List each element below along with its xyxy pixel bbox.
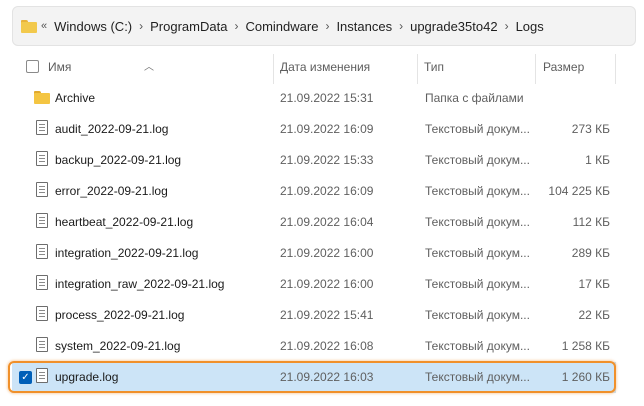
breadcrumb-comindware[interactable]: Comindware (245, 19, 318, 34)
file-size: 104 225 КБ (548, 184, 610, 198)
file-type: Текстовый докум... (425, 122, 530, 136)
text-file-icon (36, 182, 48, 197)
column-divider[interactable] (535, 54, 536, 84)
file-row[interactable]: audit_2022-09-21.log 21.09.2022 16:09 Текс… (12, 114, 616, 145)
address-bar[interactable]: « Windows (C:) › ProgramData › Comindwar… (12, 6, 636, 46)
file-type: Текстовый докум... (425, 308, 530, 322)
file-name: integration_2022-09-21.log (55, 246, 199, 260)
file-row[interactable]: heartbeat_2022-09-21.log 21.09.2022 16:04… (12, 207, 616, 238)
chevron-right-icon[interactable]: › (234, 19, 238, 33)
text-file-icon (36, 306, 48, 321)
file-date: 21.09.2022 15:33 (280, 153, 374, 167)
file-type: Текстовый докум... (425, 339, 530, 353)
file-row[interactable]: error_2022-09-21.log 21.09.2022 16:09 Текс… (12, 176, 616, 207)
overflow-chevron-icon[interactable]: « (41, 20, 47, 32)
column-divider[interactable] (615, 54, 616, 84)
file-type: Текстовый докум... (425, 370, 530, 384)
file-date: 21.09.2022 16:00 (280, 277, 374, 291)
file-date: 21.09.2022 16:00 (280, 246, 374, 260)
file-date: 21.09.2022 15:31 (280, 91, 374, 105)
file-row[interactable]: integration_raw_2022-09-21.log 21.09.2022… (12, 269, 616, 300)
file-row[interactable]: process_2022-09-21.log 21.09.2022 15:41 Те… (12, 300, 616, 331)
breadcrumb-instances[interactable]: Instances (336, 19, 392, 34)
folder-icon (21, 19, 37, 33)
chevron-right-icon[interactable]: › (325, 19, 329, 33)
chevron-right-icon[interactable]: › (505, 19, 509, 33)
file-size: 1 КБ (585, 153, 610, 167)
breadcrumb-logs[interactable]: Logs (516, 19, 544, 34)
folder-icon (34, 91, 50, 104)
file-type: Текстовый докум... (425, 277, 530, 291)
file-size: 273 КБ (571, 122, 610, 136)
file-row[interactable]: Archive 21.09.2022 15:31 Папка с файлами (12, 83, 616, 114)
file-size: 289 КБ (571, 246, 610, 260)
text-file-icon (36, 244, 48, 259)
file-row[interactable]: integration_2022-09-21.log 21.09.2022 16:… (12, 238, 616, 269)
column-header: Имя ︿ Дата изменения Тип Размер (12, 52, 616, 84)
file-name: backup_2022-09-21.log (55, 153, 182, 167)
text-file-icon (36, 213, 48, 228)
column-name[interactable]: Имя ︿ (48, 60, 154, 74)
file-name: Archive (55, 91, 96, 105)
file-size: 112 КБ (572, 215, 610, 229)
file-type: Текстовый докум... (425, 215, 530, 229)
file-name: integration_raw_2022-09-21.log (55, 277, 225, 291)
file-row[interactable]: ✓ upgrade.log 21.09.2022 16:03 Текстовый до… (12, 362, 616, 393)
file-name: upgrade.log (55, 370, 119, 384)
file-date: 21.09.2022 16:09 (280, 122, 374, 136)
file-type: Текстовый докум... (425, 153, 530, 167)
text-file-icon (36, 368, 48, 383)
file-size: 22 КБ (578, 308, 610, 322)
file-name: error_2022-09-21.log (55, 184, 168, 198)
file-row[interactable]: system_2022-09-21.log 21.09.2022 16:08 Тек… (12, 331, 616, 362)
text-file-icon (36, 120, 48, 135)
file-date: 21.09.2022 15:41 (280, 308, 374, 322)
file-date: 21.09.2022 16:03 (280, 370, 374, 384)
breadcrumb-upgrade35to42[interactable]: upgrade35to42 (410, 19, 497, 34)
chevron-right-icon[interactable]: › (139, 19, 143, 33)
file-name: heartbeat_2022-09-21.log (55, 215, 194, 229)
file-row[interactable]: backup_2022-09-21.log 21.09.2022 15:33 Тек… (12, 145, 616, 176)
text-file-icon (36, 337, 48, 352)
chevron-right-icon[interactable]: › (399, 19, 403, 33)
text-file-icon (36, 151, 48, 166)
file-name: audit_2022-09-21.log (55, 122, 169, 136)
file-name: process_2022-09-21.log (55, 308, 185, 322)
file-type: Текстовый докум... (425, 246, 530, 260)
column-divider[interactable] (273, 54, 274, 84)
column-divider[interactable] (417, 54, 418, 84)
file-date: 21.09.2022 16:09 (280, 184, 374, 198)
file-date: 21.09.2022 16:08 (280, 339, 374, 353)
column-date[interactable]: Дата изменения (280, 60, 370, 74)
file-size: 1 258 КБ (561, 339, 610, 353)
column-type[interactable]: Тип (424, 60, 444, 74)
sort-up-icon: ︿ (144, 62, 154, 73)
select-all-checkbox[interactable] (26, 60, 39, 73)
file-size: 1 260 КБ (561, 370, 610, 384)
column-size[interactable]: Размер (543, 60, 584, 74)
file-date: 21.09.2022 16:04 (280, 215, 374, 229)
file-list: Archive 21.09.2022 15:31 Папка с файлами au… (12, 83, 616, 393)
breadcrumb-programdata[interactable]: ProgramData (150, 19, 227, 34)
row-checkbox-checked[interactable]: ✓ (19, 371, 32, 384)
file-type: Папка с файлами (425, 91, 524, 105)
file-name: system_2022-09-21.log (55, 339, 181, 353)
breadcrumb-drive[interactable]: Windows (C:) (54, 19, 132, 34)
file-size: 17 КБ (578, 277, 610, 291)
file-type: Текстовый докум... (425, 184, 530, 198)
text-file-icon (36, 275, 48, 290)
